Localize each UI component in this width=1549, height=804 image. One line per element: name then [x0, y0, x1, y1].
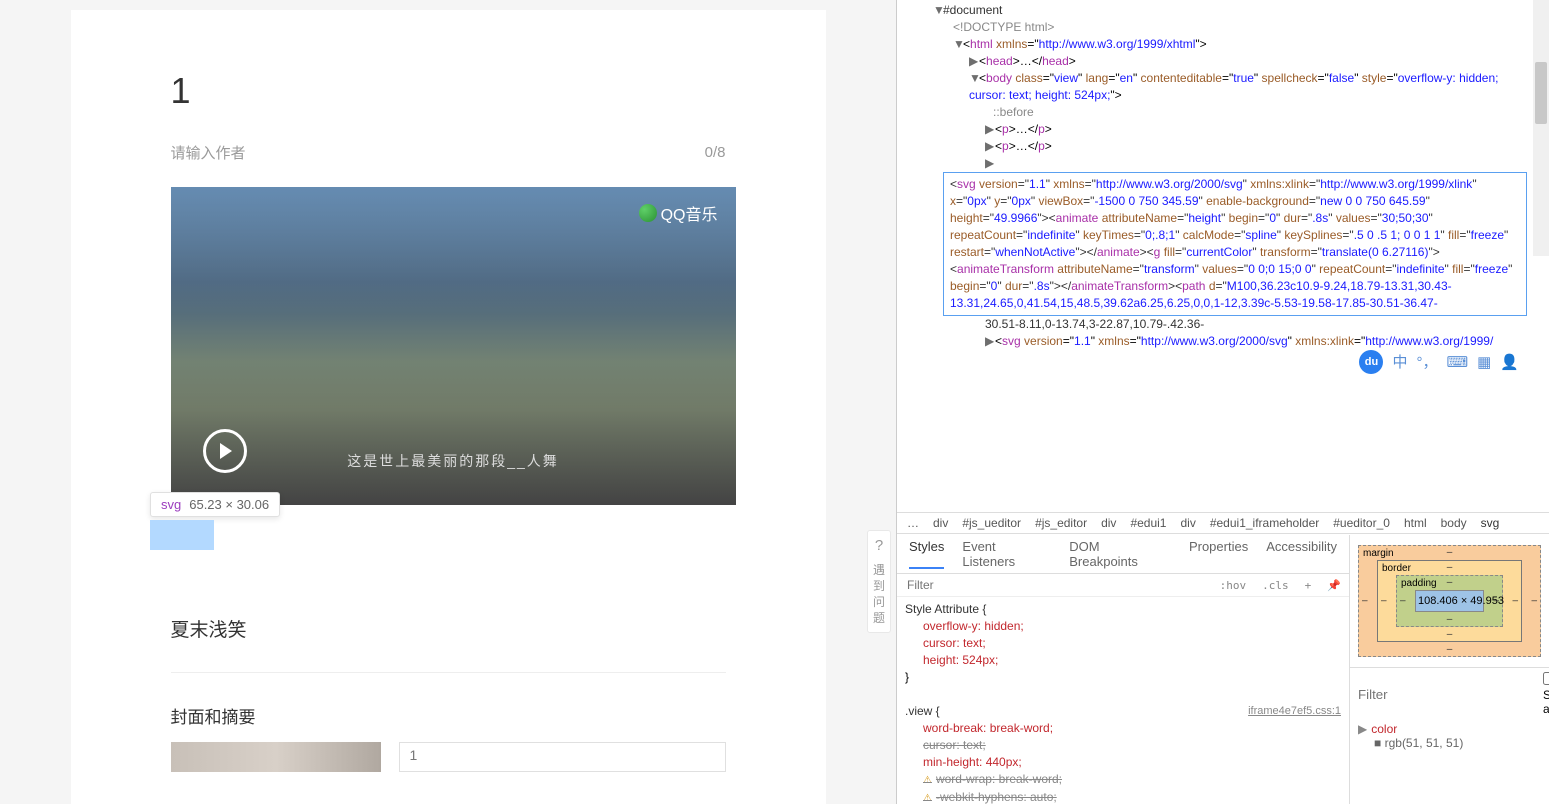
computed-color-val: rgb(51, 51, 51): [1385, 736, 1464, 750]
tab-dom-breakpoints[interactable]: DOM Breakpoints: [1069, 539, 1171, 569]
bm-border-label: border: [1382, 563, 1411, 574]
computed-color[interactable]: color: [1371, 722, 1397, 736]
dom-svg-selected[interactable]: <svg version="1.1" xmlns="http://www.w3.…: [943, 172, 1527, 316]
css-prop[interactable]: min-height: 440px;: [923, 755, 1022, 769]
divider: [171, 672, 726, 673]
author-row: 请输入作者 0/8: [171, 142, 726, 163]
dom-head[interactable]: <head>…</head>: [979, 54, 1076, 68]
box-model-pane: margin – – – – border – – – – padding –: [1349, 535, 1549, 804]
dom-svg2[interactable]: <svg version="1.1" xmlns="http://www.w3.…: [995, 334, 1493, 348]
crumb[interactable]: div: [933, 516, 948, 530]
rule-selector[interactable]: Style Attribute {: [905, 602, 986, 616]
bm-padding-label: padding: [1401, 578, 1437, 589]
ime-lang[interactable]: 中: [1392, 354, 1407, 371]
cover-row: 1: [171, 742, 726, 772]
styles-panel: Styles Event Listeners DOM Breakpoints P…: [897, 534, 1549, 804]
css-prop[interactable]: word-break: break-word;: [923, 721, 1053, 735]
crumb[interactable]: #edui1: [1130, 516, 1166, 530]
ime-toolbar[interactable]: du 中 °， ⌨ ▦ 👤: [1359, 350, 1519, 374]
cover-thumbnail[interactable]: [171, 742, 381, 772]
tab-styles[interactable]: Styles: [909, 539, 944, 569]
css-prop[interactable]: overflow-y: hidden;: [923, 619, 1024, 633]
ime-menu-icon[interactable]: ▦: [1477, 354, 1491, 371]
css-prop[interactable]: word-wrap: break-word;: [936, 772, 1062, 786]
css-prop[interactable]: cursor: text;: [923, 738, 986, 752]
dom-p2[interactable]: <p>…</p>: [995, 139, 1052, 153]
styles-tabs[interactable]: Styles Event Listeners DOM Breakpoints P…: [897, 535, 1349, 574]
qq-music-logo: QQ音乐: [639, 201, 718, 225]
help-sidebar[interactable]: ? 遇到问题: [867, 530, 891, 633]
css-prop[interactable]: cursor: text;: [923, 636, 986, 650]
computed-filter-input[interactable]: [1358, 687, 1535, 702]
show-all-checkbox[interactable]: Show all: [1543, 672, 1549, 716]
qq-text: QQ音乐: [661, 201, 718, 225]
elements-tree[interactable]: ▼#document <!DOCTYPE html> ▼<html xmlns=…: [897, 0, 1549, 512]
devtools-panel: ▼#document <!DOCTYPE html> ▼<html xmlns=…: [896, 0, 1549, 804]
rule-close: }: [905, 669, 1341, 686]
tooltip-dim: 65.23 × 30.06: [189, 497, 269, 512]
play-icon[interactable]: [203, 429, 247, 473]
editor-pane: 1 请输入作者 0/8 QQ音乐 这是世上最美丽的那段__人舞 夏末浅笑 封面和…: [0, 0, 896, 804]
tooltip-tag: svg: [161, 497, 181, 512]
crumb[interactable]: #js_editor: [1035, 516, 1087, 530]
add-rule-button[interactable]: +: [1297, 579, 1320, 592]
crumb[interactable]: html: [1404, 516, 1427, 530]
cover-heading: 封面和摘要: [171, 703, 726, 728]
tab-event-listeners[interactable]: Event Listeners: [962, 539, 1051, 569]
doc-title[interactable]: 1: [171, 70, 726, 112]
crumb[interactable]: #ueditor_0: [1333, 516, 1390, 530]
help-text[interactable]: 遇到问题: [870, 562, 888, 626]
element-tooltip: svg 65.23 × 30.06: [150, 492, 280, 517]
summary-input[interactable]: 1: [399, 742, 726, 772]
scrollbar[interactable]: [1533, 0, 1549, 256]
ime-user-icon[interactable]: 👤: [1500, 354, 1519, 371]
help-icon[interactable]: ?: [870, 537, 888, 554]
selection-highlight: [150, 520, 214, 550]
tab-accessibility[interactable]: Accessibility: [1266, 539, 1337, 569]
computed-filter-row: Show all: [1350, 667, 1549, 720]
hov-toggle[interactable]: :hov: [1212, 579, 1255, 592]
styles-filter-row: :hov .cls + 📌: [897, 574, 1349, 597]
crumb[interactable]: div: [1180, 516, 1195, 530]
crumb[interactable]: …: [907, 516, 919, 530]
crumb[interactable]: #js_ueditor: [962, 516, 1021, 530]
rule-selector[interactable]: .view {: [905, 704, 940, 718]
dom-breadcrumb[interactable]: … div #js_ueditor #js_editor div #edui1 …: [897, 512, 1549, 534]
computed-props[interactable]: ▶color ■ rgb(51, 51, 51): [1350, 720, 1549, 752]
video-embed[interactable]: QQ音乐 这是世上最美丽的那段__人舞: [171, 187, 736, 505]
ime-punct[interactable]: °，: [1416, 354, 1437, 371]
scrollbar-thumb[interactable]: [1535, 62, 1547, 124]
crumb-selected[interactable]: svg: [1481, 516, 1500, 530]
qq-icon: [639, 204, 657, 222]
video-caption: 这是世上最美丽的那段__人舞: [347, 451, 559, 471]
css-prop[interactable]: -webkit-hyphens: auto;: [936, 790, 1057, 804]
author-input[interactable]: 请输入作者: [171, 142, 246, 163]
box-model-diagram[interactable]: margin – – – – border – – – – padding –: [1350, 535, 1549, 667]
baidu-ime-icon[interactable]: du: [1359, 350, 1383, 374]
crumb[interactable]: #edui1_iframeholder: [1210, 516, 1319, 530]
dom-p1[interactable]: <p>…</p>: [995, 122, 1052, 136]
dom-html[interactable]: <html xmlns="http://www.w3.org/1999/xhtm…: [963, 37, 1207, 51]
ime-keyboard-icon[interactable]: ⌨: [1446, 354, 1468, 371]
dom-before[interactable]: ::before: [993, 105, 1034, 119]
dom-doc[interactable]: #document: [943, 3, 1002, 17]
dom-body[interactable]: <body class="view" lang="en" contentedit…: [969, 71, 1498, 102]
document-area[interactable]: 1 请输入作者 0/8 QQ音乐 这是世上最美丽的那段__人舞 夏末浅笑 封面和…: [71, 10, 826, 804]
cls-toggle[interactable]: .cls: [1254, 579, 1297, 592]
css-rules-list[interactable]: Style Attribute { overflow-y: hidden; cu…: [897, 597, 1349, 804]
bm-content-size: 108.406 × 49.953: [1415, 590, 1484, 612]
crumb[interactable]: div: [1101, 516, 1116, 530]
char-count: 0/8: [705, 144, 726, 161]
rule-source[interactable]: iframe4e7ef5.css:1: [1248, 703, 1341, 720]
css-prop[interactable]: height: 524px;: [923, 653, 998, 667]
styles-filter-input[interactable]: [897, 574, 1212, 596]
dom-doctype[interactable]: <!DOCTYPE html>: [953, 20, 1054, 34]
crumb[interactable]: body: [1441, 516, 1467, 530]
pin-icon[interactable]: 📌: [1319, 579, 1349, 592]
section-heading[interactable]: 夏末浅笑: [171, 615, 726, 642]
bm-margin-label: margin: [1363, 548, 1394, 559]
tab-properties[interactable]: Properties: [1189, 539, 1248, 569]
